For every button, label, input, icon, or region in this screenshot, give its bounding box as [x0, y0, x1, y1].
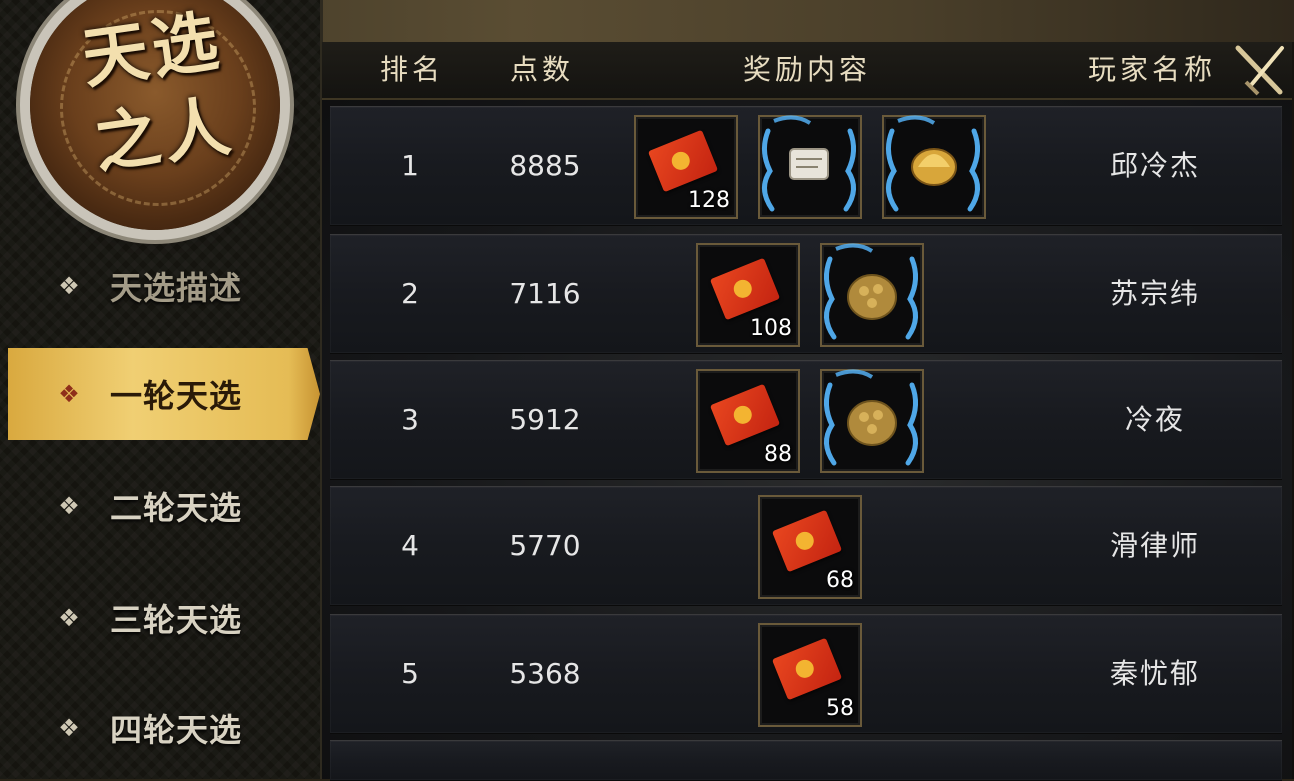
- player-name-cell: 冷夜: [1124, 403, 1185, 436]
- crossed-swords-icon[interactable]: [1232, 42, 1288, 98]
- golden-helmet-icon: [886, 115, 980, 212]
- menu-item-label: 三轮天选: [110, 601, 243, 639]
- rewards-cell: 108: [630, 239, 1020, 349]
- reward-quantity: 128: [688, 188, 730, 213]
- rank-cell: 5: [401, 657, 419, 690]
- ranking-panel: 排名 点数 奖励内容 玩家名称 1 8885 128 邱冷杰 2 7116 108 苏宗纬 3 5…: [322, 42, 1292, 781]
- table-header: 排名 点数 奖励内容 玩家名称: [322, 42, 1292, 100]
- table-row: 3 5912 88 冷夜: [330, 360, 1282, 480]
- reward-quantity: 88: [764, 442, 792, 467]
- rank-cell: 3: [401, 403, 419, 436]
- table-row: 2 7116 108 苏宗纬: [330, 234, 1282, 354]
- reward-quantity: 68: [826, 568, 854, 593]
- sidebar: 天选 之人 ❖ 天选描述 ❖ 一轮天选 ❖ 二轮天选 ❖ 三轮天选 ❖ 四轮天选: [0, 0, 323, 779]
- reward-quantity: 58: [826, 696, 854, 721]
- table-row: 1 8885 128 邱冷杰: [330, 106, 1282, 226]
- diamond-icon: ❖: [58, 272, 80, 300]
- points-cell: 5912: [509, 403, 581, 436]
- table-row-partial: [330, 740, 1282, 781]
- reward-item[interactable]: [878, 111, 988, 221]
- header-rank: 排名: [379, 53, 444, 86]
- rewards-cell: 68: [630, 491, 1020, 601]
- reward-item[interactable]: 58: [754, 619, 864, 729]
- diamond-icon: ❖: [58, 380, 80, 408]
- points-cell: 5770: [509, 529, 581, 562]
- diamond-icon: ❖: [58, 604, 80, 632]
- menu-item-description[interactable]: ❖ 天选描述: [8, 242, 320, 330]
- header-points: 点数: [509, 53, 574, 86]
- golden-egg-icon: [824, 243, 918, 340]
- reward-item[interactable]: [816, 239, 926, 349]
- points-cell: 7116: [509, 277, 581, 310]
- menu-item-label: 一轮天选: [110, 377, 243, 415]
- emblem: 天选 之人: [8, 0, 308, 248]
- diamond-icon: ❖: [58, 492, 80, 520]
- rewards-cell: 128: [630, 111, 1020, 221]
- menu-item-round-2[interactable]: ❖ 二轮天选: [8, 462, 320, 550]
- menu-item-label: 天选描述: [110, 269, 243, 307]
- emblem-title: 天选 之人: [47, 0, 273, 219]
- reward-item[interactable]: [816, 365, 926, 475]
- reward-item[interactable]: 88: [692, 365, 802, 475]
- menu-item-round-3[interactable]: ❖ 三轮天选: [8, 574, 320, 662]
- rewards-cell: 58: [630, 619, 1020, 729]
- rank-cell: 4: [401, 529, 419, 562]
- header-rewards: 奖励内容: [742, 53, 871, 86]
- reward-item[interactable]: 108: [692, 239, 802, 349]
- scroll-icon: [762, 115, 856, 212]
- table-row: 5 5368 58 秦忧郁: [330, 614, 1282, 734]
- rank-cell: 1: [401, 149, 419, 182]
- menu-item-label: 四轮天选: [110, 711, 243, 749]
- reward-item[interactable]: 68: [754, 491, 864, 601]
- menu-item-round-4[interactable]: ❖ 四轮天选: [8, 684, 320, 772]
- player-name-cell: 苏宗纬: [1109, 277, 1200, 310]
- points-cell: 8885: [509, 149, 581, 182]
- menu-item-round-1[interactable]: ❖ 一轮天选: [8, 348, 320, 440]
- points-cell: 5368: [509, 657, 581, 690]
- player-name-cell: 邱冷杰: [1109, 149, 1200, 182]
- golden-egg-icon: [824, 369, 918, 466]
- reward-item[interactable]: [754, 111, 864, 221]
- header-player: 玩家名称: [1087, 53, 1216, 86]
- rank-cell: 2: [401, 277, 419, 310]
- reward-quantity: 108: [750, 316, 792, 341]
- table-row: 4 5770 68 滑律师: [330, 486, 1282, 606]
- rewards-cell: 88: [630, 365, 1020, 475]
- player-name-cell: 秦忧郁: [1109, 657, 1200, 690]
- diamond-icon: ❖: [58, 714, 80, 742]
- menu-item-label: 二轮天选: [110, 489, 243, 527]
- reward-item[interactable]: 128: [630, 111, 740, 221]
- player-name-cell: 滑律师: [1109, 529, 1200, 562]
